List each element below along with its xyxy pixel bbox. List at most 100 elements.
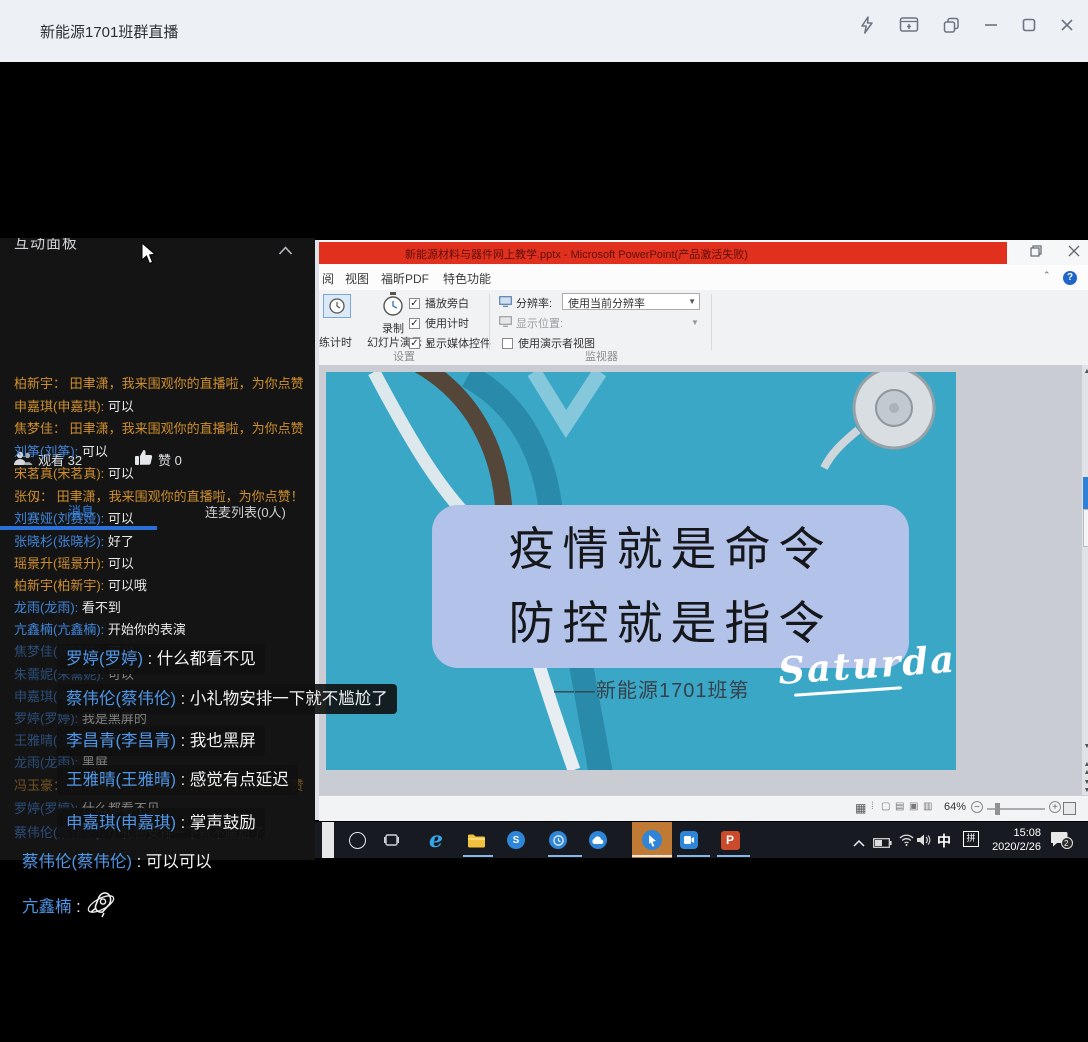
window-controls — [859, 16, 1074, 34]
chat-message: 龙雨(龙雨): 看不到 — [14, 599, 121, 617]
chat-message: 柏新宇(柏新宇): 可以哦 — [14, 577, 147, 595]
running-indicator — [548, 855, 582, 857]
pin-window-icon[interactable] — [899, 16, 919, 34]
window-title: 新能源1701班群直播 — [40, 21, 178, 42]
clock-app-icon[interactable] — [544, 822, 572, 858]
normal-view-icon[interactable]: ▢ — [881, 801, 890, 812]
app-titlebar: 新能源1701班群直播 — [0, 0, 1088, 62]
notification-icon[interactable]: 2 — [1051, 830, 1073, 855]
zoom-out-icon[interactable]: − — [971, 801, 983, 813]
battery-icon[interactable] — [873, 835, 892, 853]
help-icon[interactable]: ? — [1063, 269, 1077, 285]
running-indicator — [717, 855, 750, 857]
ime-pinyin-icon[interactable]: 拼 — [963, 831, 979, 847]
chat-message: 亢鑫楠(亢鑫楠): 开始你的表演 — [14, 621, 186, 639]
ppt-tab-review[interactable]: 阅 — [322, 270, 334, 287]
scroll-up-icon[interactable]: ▲ — [1082, 368, 1088, 376]
panel-title: 互动面板 — [14, 238, 78, 253]
scrollbar-thumb-blue[interactable] — [1083, 477, 1088, 509]
grid-icon[interactable]: ▦ — [855, 801, 866, 815]
vertical-scrollbar[interactable]: ▲ ▼ ▲▲ ▼▼ — [1082, 365, 1088, 795]
rehearse-icon — [323, 294, 351, 318]
overlay-message: 蔡伟伦(蔡伟伦) : 可以可以 — [22, 851, 212, 873]
minimize-icon[interactable] — [984, 18, 998, 32]
ribbon-collapse-icon[interactable]: ⌃ — [1043, 270, 1051, 281]
tray-clock[interactable]: 15:08 2020/2/26 — [983, 826, 1041, 854]
ppt-restore-icon[interactable] — [1030, 244, 1042, 262]
close-icon[interactable] — [1060, 18, 1074, 32]
lightning-icon[interactable] — [859, 16, 875, 34]
task-view-button[interactable] — [379, 822, 403, 858]
zoom-slider-thumb[interactable] — [995, 803, 1000, 815]
duplicate-icon[interactable] — [943, 17, 960, 34]
recorder-app-icon[interactable] — [675, 822, 703, 858]
slide-slogan-line1: 疫情就是命令 — [432, 513, 909, 587]
qq-browser-icon[interactable] — [584, 822, 612, 858]
chevron-down-icon[interactable]: ▼ — [691, 318, 699, 327]
ppt-menubar: 阅 视图 福昕PDF 特色功能 ⌃ ? — [319, 265, 1088, 291]
zoom-level: 64% — [944, 801, 966, 813]
overlay-message: 李昌青(李昌青) : 我也黑屏 — [57, 726, 265, 756]
checkbox-checked-icon: ✓ — [409, 298, 420, 309]
ppt-tab-view[interactable]: 视图 — [345, 270, 369, 287]
tray-expand-icon[interactable] — [853, 834, 865, 852]
reading-view-icon[interactable]: ▣ — [909, 801, 918, 812]
notification-badge-count: 2 — [1064, 839, 1068, 848]
browser-360-icon[interactable]: S — [503, 822, 529, 858]
slide-sorter-icon[interactable]: ▤ — [895, 801, 904, 812]
edge-icon[interactable]: e — [423, 822, 449, 858]
resolution-dropdown[interactable]: 使用当前分辨率▼ — [562, 293, 700, 310]
panel-collapse-icon[interactable] — [278, 242, 293, 260]
running-indicator — [632, 855, 672, 857]
cortana-button[interactable] — [345, 822, 369, 858]
next-slide-icon[interactable]: ▼▼ — [1082, 779, 1088, 795]
rehearse-timings-button[interactable]: 排练计时 — [319, 292, 359, 352]
scrollbar-thumb[interactable] — [1083, 509, 1088, 547]
fit-slide-icon[interactable] — [1063, 802, 1076, 815]
ppt-workspace: 疫情就是命令 防控就是指令 ——新能源1701班第 Saturday ▲ ▼ ▲… — [319, 365, 1088, 795]
ribbon-separator — [489, 294, 490, 350]
monitor-icon — [499, 296, 512, 310]
maximize-icon[interactable] — [1022, 18, 1036, 32]
stopwatch-icon — [381, 292, 405, 321]
zoom-in-icon[interactable]: + — [1049, 801, 1061, 813]
checkbox-checked-icon: ✓ — [409, 338, 420, 349]
app-window: 新能源1701班群直播 新能源材料与器件网上教学.pptx - Microsof… — [0, 0, 1088, 1042]
resolution-label: 分辨率: — [499, 295, 552, 311]
chat-message: 瑶景升(瑶景升): 可以 — [14, 555, 134, 573]
ppt-close-icon[interactable] — [1068, 244, 1080, 262]
active-app-classroom-icon[interactable] — [632, 822, 672, 858]
scroll-down-icon[interactable]: ▼ — [1082, 743, 1088, 751]
previous-slide-icon[interactable]: ▲▲ — [1082, 761, 1088, 777]
ribbon-group-monitors: 监视器 — [494, 348, 709, 364]
ribbon-separator — [711, 294, 712, 350]
tray-time: 15:08 — [983, 826, 1041, 840]
speaker-icon[interactable] — [917, 833, 932, 851]
powerpoint-taskbar-icon[interactable]: P — [716, 822, 744, 858]
chat-message: 柏新宇： 田聿潇，我来围观你的直播啦，为你点赞 — [14, 375, 304, 393]
chat-message: 宋茗真(宋茗真): 可以 — [14, 465, 134, 483]
overlay-message: 王雅晴(王雅晴) : 感觉有点延迟 — [57, 765, 298, 795]
overlay-message: 罗婷(罗婷) : 什么都看不见 — [57, 644, 265, 674]
running-indicator — [463, 855, 493, 857]
ppt-tab-special[interactable]: 特色功能 — [443, 270, 491, 287]
overlay-message: 蔡伟伦(蔡伟伦) : 小礼物安排一下就不尴尬了 — [57, 684, 397, 714]
ime-language-indicator[interactable]: 中 — [937, 831, 951, 851]
chat-message: 张仭： 田聿潇，我来围观你的直播啦，为你点赞！ — [14, 488, 304, 506]
ppt-statusbar: ▦ ⁞ ▢ ▤ ▣ ▥ 64% − + — [319, 795, 1088, 821]
show-on-label: 显示位置: — [499, 315, 563, 331]
checkbox-use-timings[interactable]: ✓使用计时 — [409, 315, 469, 331]
ppt-ribbon: 排练计时 录制 幻灯片演示 ▼ ✓播放旁白 ✓使用计时 ✓显示媒体控件 分辨率:… — [319, 290, 1088, 366]
ppt-tab-foxit-pdf[interactable]: 福昕PDF — [381, 270, 429, 287]
window-remnant — [322, 822, 334, 858]
ppt-share-highlight: 新能源材料与器件网上教学.pptx - Microsoft PowerPoint… — [319, 242, 1007, 264]
checkbox-unchecked-icon — [502, 338, 513, 349]
checkbox-play-narration[interactable]: ✓播放旁白 — [409, 295, 469, 311]
file-explorer-icon[interactable] — [463, 822, 489, 858]
ppt-title-text: 新能源材料与器件网上教学.pptx - Microsoft PowerPoint… — [405, 246, 748, 262]
chevron-down-icon: ▼ — [688, 297, 696, 306]
wifi-icon[interactable] — [899, 833, 914, 851]
checkbox-checked-icon: ✓ — [409, 318, 420, 329]
slideshow-icon[interactable]: ▥ — [923, 801, 932, 812]
overlay-message: 亢鑫楠 : — [22, 890, 117, 924]
